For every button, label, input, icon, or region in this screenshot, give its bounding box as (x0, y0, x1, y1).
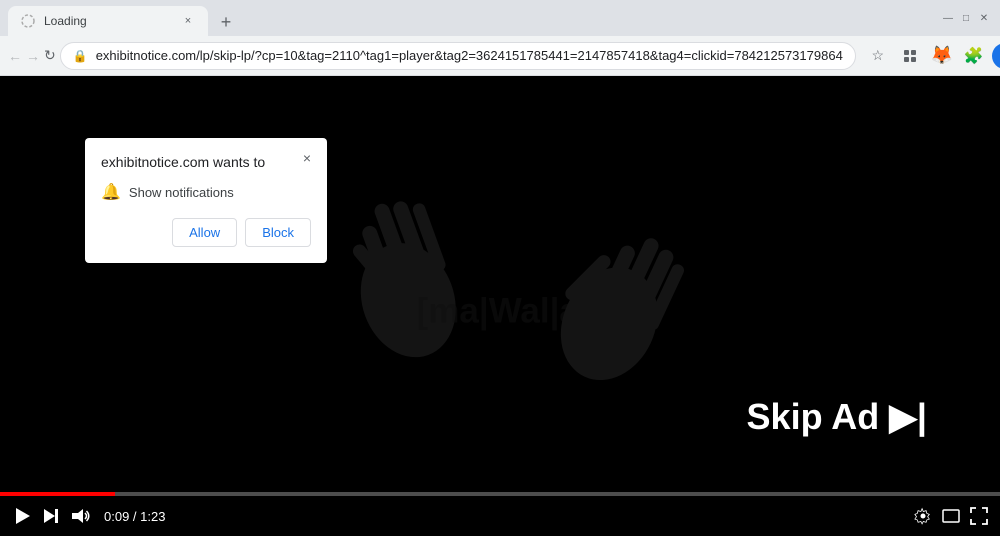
bookmark-button[interactable]: ☆ (864, 42, 892, 70)
popup-close-button[interactable]: × (297, 148, 317, 168)
active-tab[interactable]: Loading × (8, 6, 208, 36)
lock-icon: 🔒 (73, 49, 88, 63)
profile-button[interactable]: A (992, 43, 1000, 69)
toolbar-icons: ☆ 🦊 🧩 A (864, 42, 1000, 70)
title-bar: Loading × + — □ ✕ (0, 0, 1000, 36)
browser-window: Loading × + — □ ✕ ← → ↻ 🔒 exhibitnotice.… (0, 0, 1000, 536)
skip-ad-button[interactable]: Skip Ad ▶| (719, 378, 955, 456)
page-content: [ma|Wal|an × exhibitnotice.com wants to … (0, 76, 1000, 536)
extensions-icon[interactable] (896, 42, 924, 70)
popup-buttons: Allow Block (101, 218, 311, 247)
tab-close-button[interactable]: × (180, 13, 196, 29)
back-button[interactable]: ← (8, 42, 22, 70)
popup-notification-row: 🔔 Show notifications (101, 182, 311, 202)
settings-button[interactable] (914, 507, 932, 525)
right-controls (914, 507, 988, 525)
volume-button[interactable] (70, 506, 90, 526)
tab-favicon (20, 13, 36, 29)
address-bar: ← → ↻ 🔒 exhibitnotice.com/lp/skip-lp/?cp… (0, 36, 1000, 76)
play-button[interactable] (12, 506, 32, 526)
video-controls: 0:09 / 1:23 (0, 496, 1000, 536)
tab-strip: Loading × + (8, 0, 928, 36)
notification-popup: × exhibitnotice.com wants to 🔔 Show noti… (85, 138, 327, 263)
block-button[interactable]: Block (245, 218, 311, 247)
theater-mode-button[interactable] (942, 509, 960, 523)
window-controls: — □ ✕ (940, 10, 992, 26)
tab-title: Loading (44, 14, 172, 28)
minimize-button[interactable]: — (940, 10, 956, 26)
refresh-button[interactable]: ↻ (44, 42, 56, 70)
close-button[interactable]: ✕ (976, 10, 992, 26)
allow-button[interactable]: Allow (172, 218, 237, 247)
forward-button[interactable]: → (26, 42, 40, 70)
time-display: 0:09 / 1:23 (104, 509, 165, 524)
puzzle-extension-icon[interactable]: 🧩 (960, 42, 988, 70)
bell-icon: 🔔 (101, 182, 121, 202)
next-button[interactable] (42, 507, 60, 525)
popup-notification-text: Show notifications (129, 185, 234, 200)
url-text: exhibitnotice.com/lp/skip-lp/?cp=10&tag=… (96, 48, 843, 63)
fullscreen-button[interactable] (970, 507, 988, 525)
popup-title: exhibitnotice.com wants to (101, 154, 311, 170)
maximize-button[interactable]: □ (958, 10, 974, 26)
url-bar[interactable]: 🔒 exhibitnotice.com/lp/skip-lp/?cp=10&ta… (60, 42, 856, 70)
fox-extension-icon[interactable]: 🦊 (928, 42, 956, 70)
new-tab-button[interactable]: + (212, 8, 240, 36)
